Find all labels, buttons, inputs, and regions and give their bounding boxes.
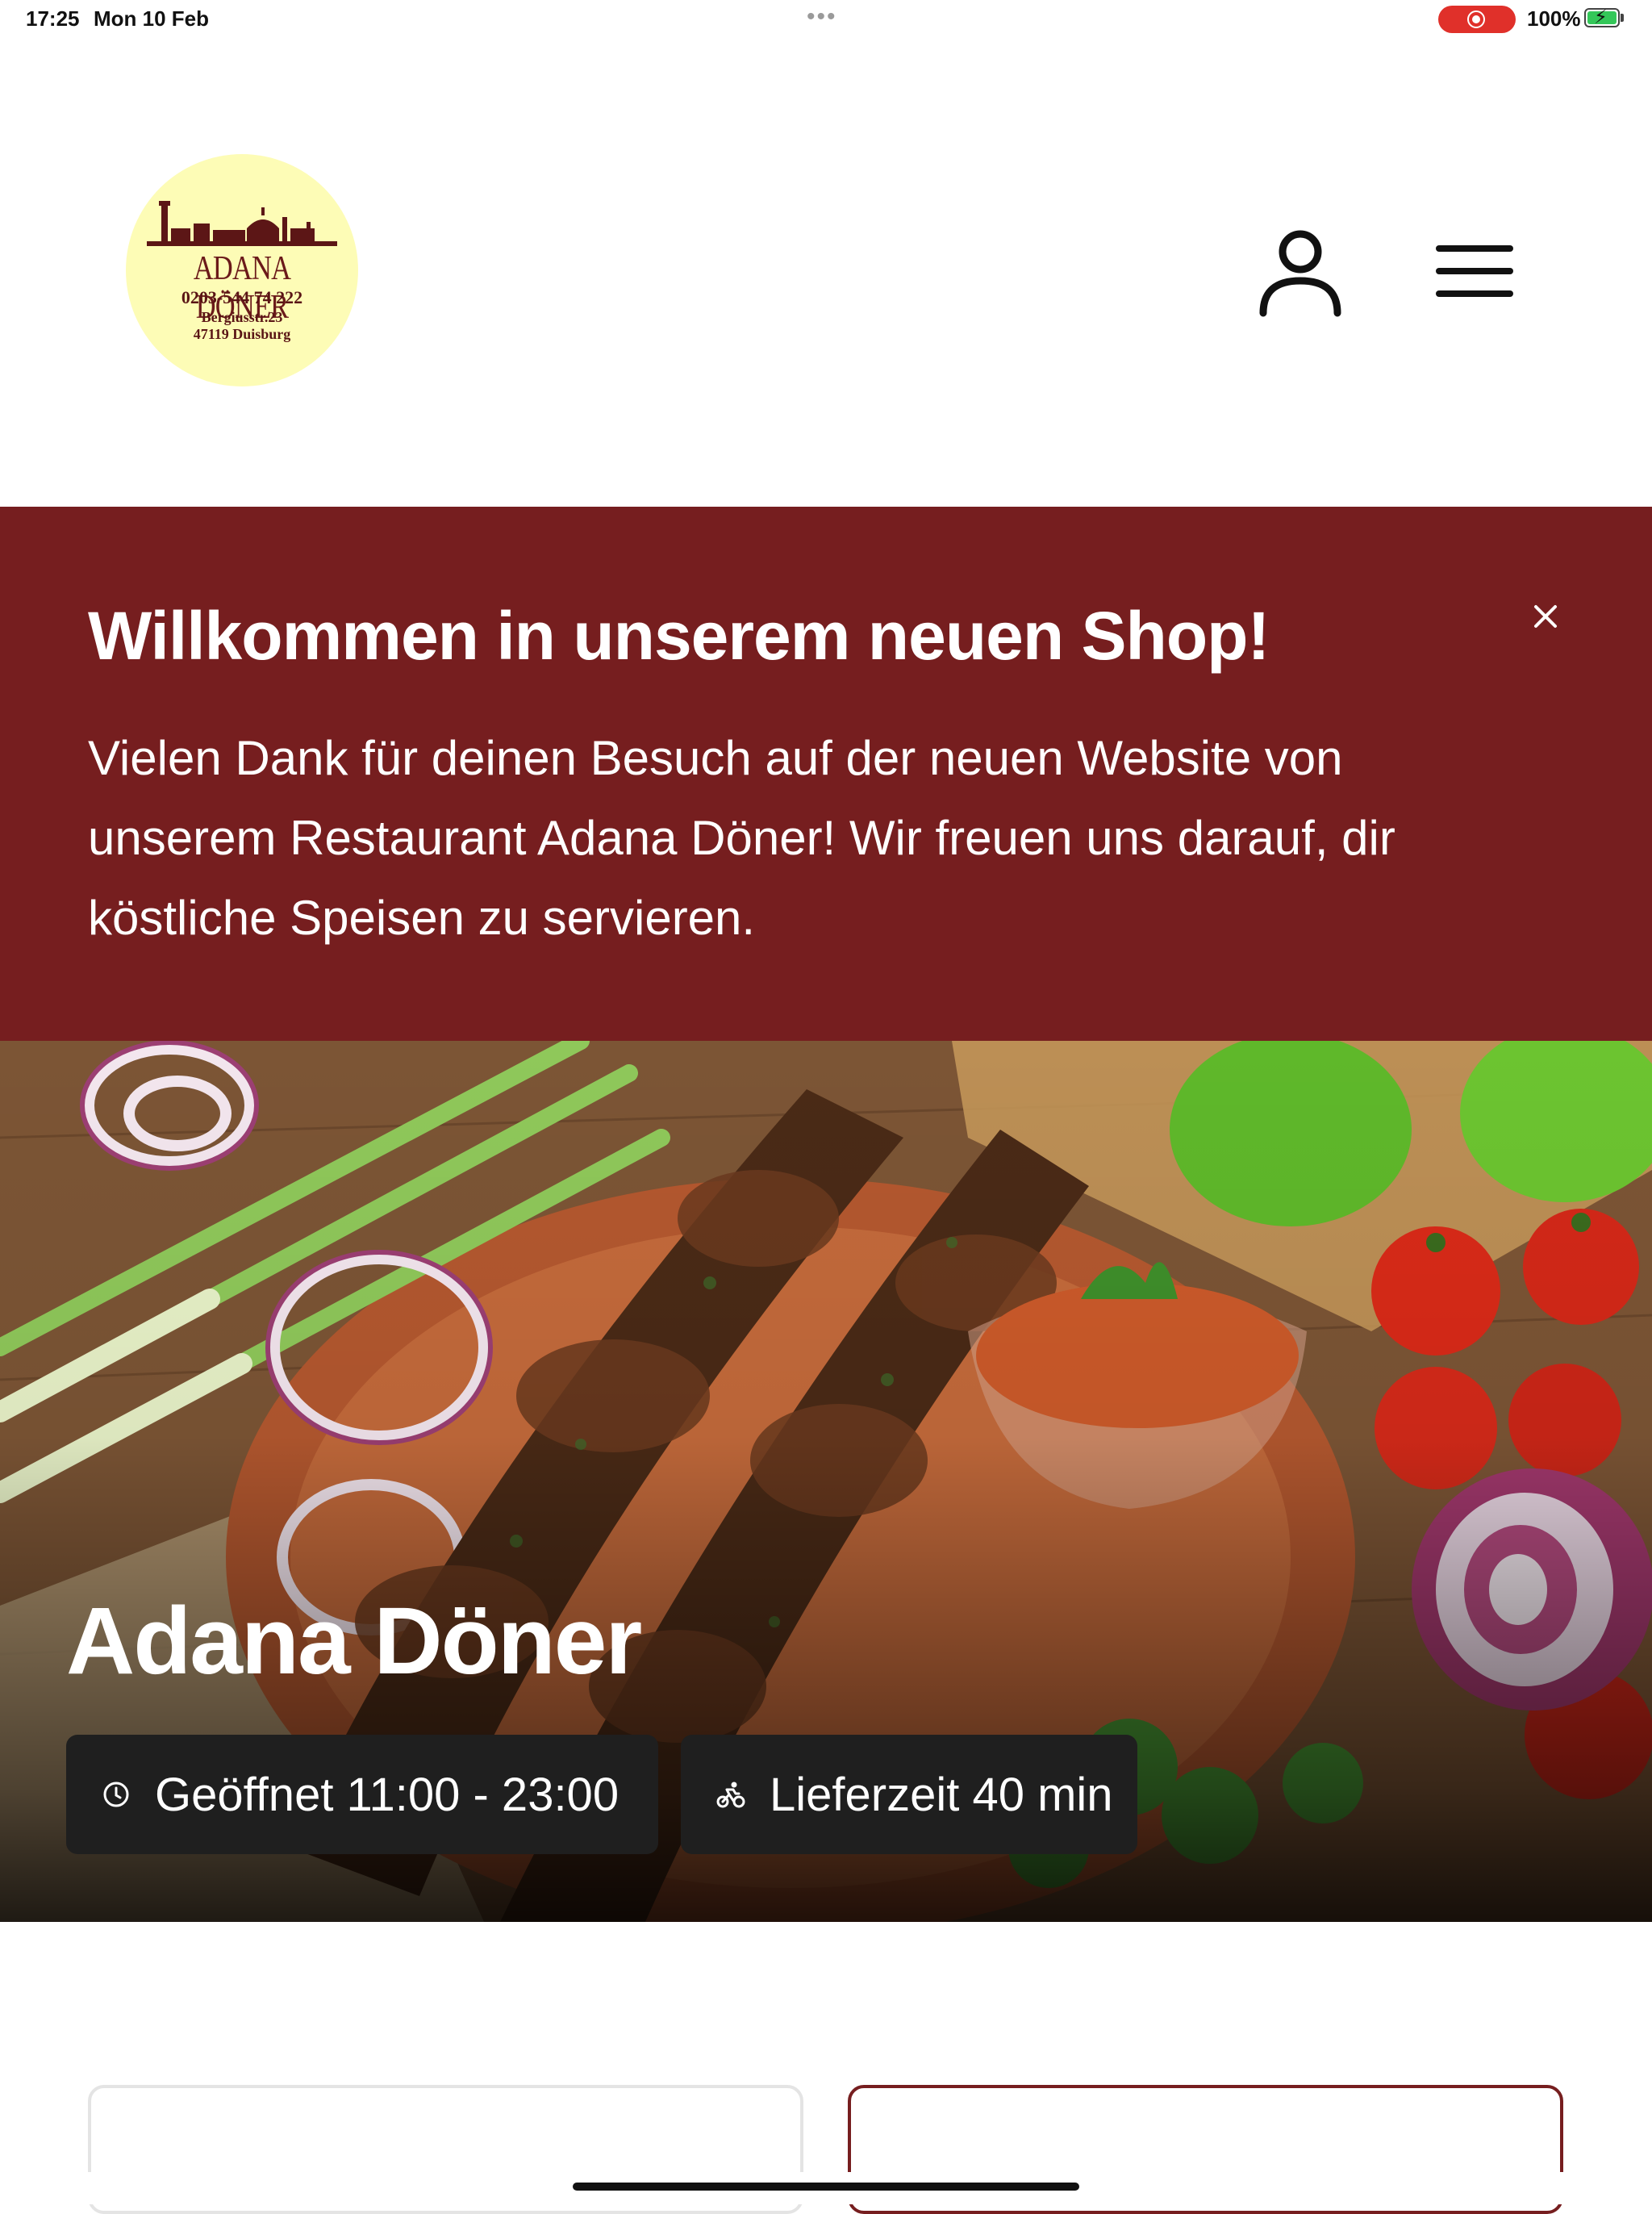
delivery-time-text: Lieferzeit 40 min: [770, 1768, 1113, 1821]
banner-close-button[interactable]: [1529, 600, 1562, 633]
opening-hours-badge: Geöffnet 11:00 - 23:00: [66, 1735, 658, 1854]
record-dot: [1472, 15, 1480, 23]
charging-bolt-icon: ⚡: [1594, 6, 1608, 28]
delivery-time-badge: Lieferzeit 40 min: [681, 1735, 1137, 1854]
restaurant-logo[interactable]: ADANA DÖNER 0203-544 74 222 Bergiusstr.2…: [126, 154, 358, 386]
status-time: 17:25: [26, 6, 80, 31]
hamburger-menu-icon: [1436, 245, 1513, 297]
screen-recording-indicator[interactable]: [1438, 6, 1516, 33]
welcome-banner: Willkommen in unserem neuen Shop! Vielen…: [0, 507, 1652, 1041]
battery-icon: ⚡: [1584, 6, 1620, 28]
account-button[interactable]: [1255, 226, 1345, 320]
opening-hours-text: Geöffnet 11:00 - 23:00: [155, 1768, 620, 1821]
status-date: Mon 10 Feb: [94, 6, 210, 31]
battery-cap: [1621, 14, 1624, 22]
status-bar: 17:25 Mon 10 Feb ••• 100% ⚡: [0, 0, 1652, 39]
banner-text: Vielen Dank für deinen Besuch auf der ne…: [88, 731, 1395, 945]
logo-city: 47119 Duisburg: [193, 326, 291, 342]
home-indicator[interactable]: [573, 2183, 1079, 2191]
close-icon: [1534, 605, 1557, 628]
clock-icon: [103, 1782, 129, 1807]
restaurant-name: Adana Döner: [66, 1588, 642, 1694]
hero-section: Adana Döner Geöffnet 11:00 - 23:00 Liefe…: [0, 1041, 1652, 1922]
logo-phone: 0203-544 74 222: [181, 287, 303, 307]
multitasking-dots-icon[interactable]: •••: [807, 3, 837, 31]
banner-title: Willkommen in unserem neuen Shop!: [88, 598, 1270, 674]
user-icon: [1259, 230, 1341, 317]
bicycle-courier-icon: [716, 1782, 745, 1808]
battery-percentage: 100%: [1527, 6, 1581, 31]
menu-button[interactable]: [1429, 239, 1520, 303]
logo-street: Bergiusstr.23: [201, 309, 283, 325]
